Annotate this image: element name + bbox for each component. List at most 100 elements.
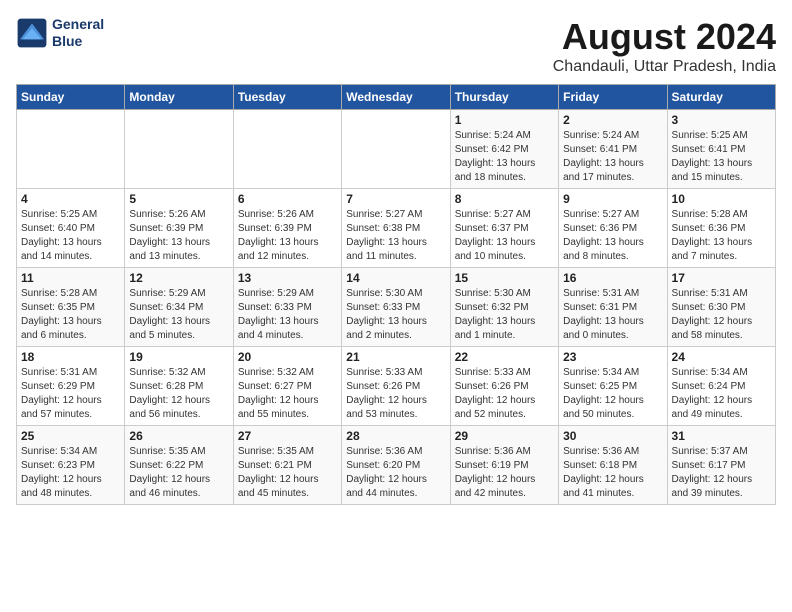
weekday-header-friday: Friday: [559, 85, 667, 110]
day-number: 20: [238, 350, 337, 364]
day-info: Sunrise: 5:28 AM Sunset: 6:36 PM Dayligh…: [672, 208, 771, 264]
weekday-header-sunday: Sunday: [17, 85, 125, 110]
calendar-cell: 16 Sunrise: 5:31 AM Sunset: 6:31 PM Dayli…: [559, 268, 667, 347]
calendar-cell: 1 Sunrise: 5:24 AM Sunset: 6:42 PM Daylig…: [450, 110, 558, 189]
calendar-cell: 26 Sunrise: 5:35 AM Sunset: 6:22 PM Dayli…: [125, 426, 233, 505]
day-number: 28: [346, 429, 445, 443]
calendar-table: SundayMondayTuesdayWednesdayThursdayFrid…: [16, 84, 776, 505]
calendar-cell: 19Sunrise: 5:32 AM Sunset: 6:28 PM Dayli…: [125, 347, 233, 426]
day-number: 19: [129, 350, 228, 364]
day-info: Sunrise: 5:25 AM Sunset: 6:41 PM Dayligh…: [672, 129, 771, 185]
calendar-cell: 22 Sunrise: 5:33 AM Sunset: 6:26 PM Dayli…: [450, 347, 558, 426]
day-info: Sunrise: 5:32 AM Sunset: 6:27 PM Dayligh…: [238, 366, 337, 422]
logo: General Blue: [16, 16, 104, 50]
day-number: 25: [21, 429, 120, 443]
day-number: 21: [346, 350, 445, 364]
day-info: Sunrise: 5:25 AM Sunset: 6:40 PM Dayligh…: [21, 208, 120, 264]
day-number: 6: [238, 192, 337, 206]
day-number: 16: [563, 271, 662, 285]
calendar-cell: 13 Sunrise: 5:29 AM Sunset: 6:33 PM Dayli…: [233, 268, 341, 347]
calendar-cell: 5Sunrise: 5:26 AM Sunset: 6:39 PM Daylig…: [125, 189, 233, 268]
calendar-cell: 9 Sunrise: 5:27 AM Sunset: 6:36 PM Daylig…: [559, 189, 667, 268]
day-info: Sunrise: 5:29 AM Sunset: 6:33 PM Dayligh…: [238, 287, 337, 343]
day-number: 13: [238, 271, 337, 285]
calendar-cell: 17Sunrise: 5:31 AM Sunset: 6:30 PM Dayli…: [667, 268, 775, 347]
calendar-cell: [125, 110, 233, 189]
weekday-header-monday: Monday: [125, 85, 233, 110]
week-row-4: 18Sunrise: 5:31 AM Sunset: 6:29 PM Dayli…: [17, 347, 776, 426]
day-number: 7: [346, 192, 445, 206]
day-number: 26: [129, 429, 228, 443]
calendar-cell: 28 Sunrise: 5:36 AM Sunset: 6:20 PM Dayli…: [342, 426, 450, 505]
calendar-cell: [233, 110, 341, 189]
day-info: Sunrise: 5:24 AM Sunset: 6:42 PM Dayligh…: [455, 129, 554, 185]
calendar-cell: 2 Sunrise: 5:24 AM Sunset: 6:41 PM Daylig…: [559, 110, 667, 189]
week-row-5: 25 Sunrise: 5:34 AM Sunset: 6:23 PM Dayli…: [17, 426, 776, 505]
day-info: Sunrise: 5:28 AM Sunset: 6:35 PM Dayligh…: [21, 287, 120, 343]
day-info: Sunrise: 5:33 AM Sunset: 6:26 PM Dayligh…: [455, 366, 554, 422]
day-info: Sunrise: 5:33 AM Sunset: 6:26 PM Dayligh…: [346, 366, 445, 422]
calendar-cell: 25 Sunrise: 5:34 AM Sunset: 6:23 PM Dayli…: [17, 426, 125, 505]
day-number: 29: [455, 429, 554, 443]
calendar-cell: [342, 110, 450, 189]
day-info: Sunrise: 5:31 AM Sunset: 6:29 PM Dayligh…: [21, 366, 120, 422]
day-number: 27: [238, 429, 337, 443]
calendar-cell: 7 Sunrise: 5:27 AM Sunset: 6:38 PM Daylig…: [342, 189, 450, 268]
day-info: Sunrise: 5:34 AM Sunset: 6:25 PM Dayligh…: [563, 366, 662, 422]
weekday-header-wednesday: Wednesday: [342, 85, 450, 110]
day-number: 4: [21, 192, 120, 206]
day-info: Sunrise: 5:29 AM Sunset: 6:34 PM Dayligh…: [129, 287, 228, 343]
weekday-header-thursday: Thursday: [450, 85, 558, 110]
day-number: 10: [672, 192, 771, 206]
logo-icon: [16, 17, 48, 49]
calendar-cell: 29Sunrise: 5:36 AM Sunset: 6:19 PM Dayli…: [450, 426, 558, 505]
calendar-cell: 11 Sunrise: 5:28 AM Sunset: 6:35 PM Dayli…: [17, 268, 125, 347]
calendar-cell: 21 Sunrise: 5:33 AM Sunset: 6:26 PM Dayli…: [342, 347, 450, 426]
calendar-cell: 12 Sunrise: 5:29 AM Sunset: 6:34 PM Dayli…: [125, 268, 233, 347]
day-number: 2: [563, 113, 662, 127]
weekday-header-saturday: Saturday: [667, 85, 775, 110]
logo-text: General Blue: [52, 16, 104, 50]
day-info: Sunrise: 5:26 AM Sunset: 6:39 PM Dayligh…: [238, 208, 337, 264]
day-info: Sunrise: 5:35 AM Sunset: 6:22 PM Dayligh…: [129, 445, 228, 501]
day-info: Sunrise: 5:30 AM Sunset: 6:33 PM Dayligh…: [346, 287, 445, 343]
calendar-subtitle: Chandauli, Uttar Pradesh, India: [553, 58, 776, 76]
calendar-cell: 30 Sunrise: 5:36 AM Sunset: 6:18 PM Dayli…: [559, 426, 667, 505]
day-number: 23: [563, 350, 662, 364]
day-number: 22: [455, 350, 554, 364]
day-info: Sunrise: 5:37 AM Sunset: 6:17 PM Dayligh…: [672, 445, 771, 501]
calendar-cell: 20 Sunrise: 5:32 AM Sunset: 6:27 PM Dayli…: [233, 347, 341, 426]
page-header: General Blue August 2024 Chandauli, Utta…: [16, 16, 776, 76]
day-number: 11: [21, 271, 120, 285]
week-row-3: 11 Sunrise: 5:28 AM Sunset: 6:35 PM Dayli…: [17, 268, 776, 347]
day-info: Sunrise: 5:30 AM Sunset: 6:32 PM Dayligh…: [455, 287, 554, 343]
day-number: 31: [672, 429, 771, 443]
day-number: 12: [129, 271, 228, 285]
day-number: 24: [672, 350, 771, 364]
day-info: Sunrise: 5:35 AM Sunset: 6:21 PM Dayligh…: [238, 445, 337, 501]
title-area: August 2024 Chandauli, Uttar Pradesh, In…: [553, 16, 776, 76]
day-info: Sunrise: 5:31 AM Sunset: 6:31 PM Dayligh…: [563, 287, 662, 343]
day-info: Sunrise: 5:34 AM Sunset: 6:23 PM Dayligh…: [21, 445, 120, 501]
day-number: 14: [346, 271, 445, 285]
calendar-cell: 18Sunrise: 5:31 AM Sunset: 6:29 PM Dayli…: [17, 347, 125, 426]
day-number: 3: [672, 113, 771, 127]
calendar-title: August 2024: [553, 16, 776, 58]
day-info: Sunrise: 5:36 AM Sunset: 6:18 PM Dayligh…: [563, 445, 662, 501]
day-info: Sunrise: 5:24 AM Sunset: 6:41 PM Dayligh…: [563, 129, 662, 185]
day-number: 1: [455, 113, 554, 127]
day-number: 30: [563, 429, 662, 443]
calendar-cell: 3 Sunrise: 5:25 AM Sunset: 6:41 PM Daylig…: [667, 110, 775, 189]
calendar-cell: [17, 110, 125, 189]
day-number: 9: [563, 192, 662, 206]
weekday-header-tuesday: Tuesday: [233, 85, 341, 110]
week-row-2: 4 Sunrise: 5:25 AM Sunset: 6:40 PM Daylig…: [17, 189, 776, 268]
day-number: 17: [672, 271, 771, 285]
calendar-cell: 6 Sunrise: 5:26 AM Sunset: 6:39 PM Daylig…: [233, 189, 341, 268]
day-info: Sunrise: 5:27 AM Sunset: 6:37 PM Dayligh…: [455, 208, 554, 264]
day-info: Sunrise: 5:27 AM Sunset: 6:38 PM Dayligh…: [346, 208, 445, 264]
day-number: 8: [455, 192, 554, 206]
day-info: Sunrise: 5:36 AM Sunset: 6:20 PM Dayligh…: [346, 445, 445, 501]
day-info: Sunrise: 5:27 AM Sunset: 6:36 PM Dayligh…: [563, 208, 662, 264]
calendar-cell: 4 Sunrise: 5:25 AM Sunset: 6:40 PM Daylig…: [17, 189, 125, 268]
